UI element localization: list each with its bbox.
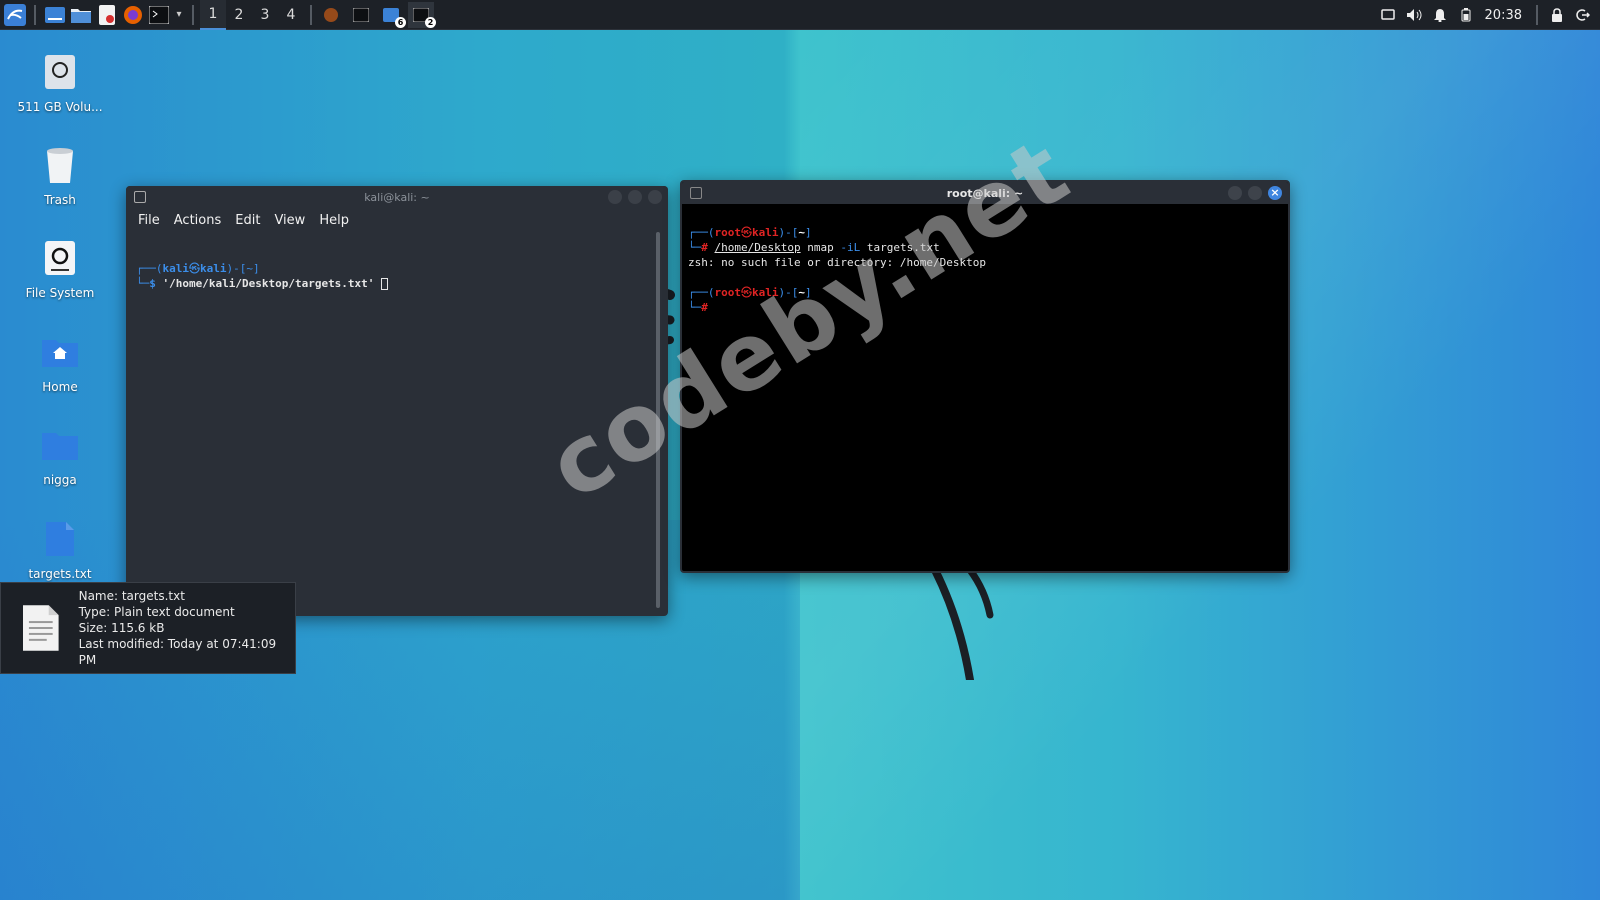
file-manager-icon[interactable] [68,2,94,28]
kali-menu-icon[interactable] [2,2,28,28]
desktop-icon-volume[interactable]: 511 GB Volu... [10,50,110,114]
desktop-icon-targets[interactable]: targets.txt [10,517,110,581]
volume-icon[interactable] [1401,2,1427,28]
terminal-launcher-icon[interactable] [146,2,172,28]
taskbar-terminal-group-icon[interactable]: 2 [408,1,436,28]
taskbar: ▾ 1 2 3 4 6 2 20:38 [0,0,1600,30]
desktop-icon-home[interactable]: Home [10,330,110,394]
launcher-chevron-down-icon[interactable]: ▾ [172,2,186,28]
workspace-2[interactable]: 2 [226,0,252,30]
file-info-tooltip: Name: targets.txt Type: Plain text docum… [0,582,296,674]
terminal-app-icon [134,191,146,203]
title-bar[interactable]: kali@kali: ~ [126,186,668,208]
tooltip-size: Size: 115.6 kB [78,621,165,635]
minimize-button[interactable] [1228,186,1242,200]
desktop-icon-label: File System [25,286,95,300]
text-cursor [381,278,389,290]
firefox-icon[interactable] [120,2,146,28]
workspace-3[interactable]: 3 [252,0,278,30]
window-title: kali@kali: ~ [364,190,430,204]
terminal-app-icon [690,187,702,199]
home-folder-icon [38,330,82,374]
trash-icon [38,143,82,187]
close-button[interactable]: × [1268,186,1282,200]
show-desktop-icon[interactable] [42,2,68,28]
workspace-4[interactable]: 4 [278,0,304,30]
text-editor-icon[interactable] [94,2,120,28]
tooltip-type: Type: Plain text document [78,605,235,619]
display-icon[interactable] [1375,2,1401,28]
minimize-button[interactable] [608,190,622,204]
taskbar-firefox-window-icon[interactable] [318,2,344,28]
desktop-icon-label: Home [42,380,78,394]
maximize-button[interactable] [628,190,642,204]
window-count-badge: 6 [395,16,406,28]
menu-help[interactable]: Help [319,213,349,228]
drive-icon [38,236,82,280]
prompt-line-1: ┌──(kali㉿kali)-[~] [136,262,260,275]
menu-file[interactable]: File [138,213,160,228]
desktop-icon-trash[interactable]: Trash [10,143,110,207]
logout-icon[interactable] [1570,2,1596,28]
window-count-badge: 2 [425,16,436,28]
drive-icon [38,50,82,94]
tooltip-modified: Last modified: Today at 07:41:09 PM [78,637,277,667]
clock[interactable]: 20:38 [1485,8,1522,23]
desktop-icon-file-system[interactable]: File System [10,236,110,300]
menu-view[interactable]: View [274,213,305,228]
battery-icon[interactable] [1453,2,1479,28]
workspace-1[interactable]: 1 [200,0,226,30]
text-file-icon [38,517,82,561]
close-button[interactable] [648,190,662,204]
maximize-button[interactable] [1248,186,1262,200]
text-document-icon [23,605,59,651]
menu-actions[interactable]: Actions [174,213,222,228]
menu-bar: File Actions Edit View Help [126,208,668,232]
taskbar-file-manager-group-icon[interactable]: 6 [378,2,406,28]
menu-edit[interactable]: Edit [235,213,260,228]
desktop-icon-label: Trash [44,193,76,207]
notification-bell-icon[interactable] [1427,2,1453,28]
tooltip-name: Name: targets.txt [78,589,185,603]
taskbar-terminal-window-icon[interactable] [348,2,374,28]
desktop-icon-label: nigga [43,473,77,487]
desktop-icon-label: 511 GB Volu... [17,100,103,114]
folder-icon [38,423,82,467]
desktop-icon-folder[interactable]: nigga [10,423,110,487]
prompt-line-2: └─$ '/home/kali/Desktop/targets.txt' [136,276,658,291]
desktop-icon-label: targets.txt [28,567,92,581]
lock-screen-icon[interactable] [1544,2,1570,28]
